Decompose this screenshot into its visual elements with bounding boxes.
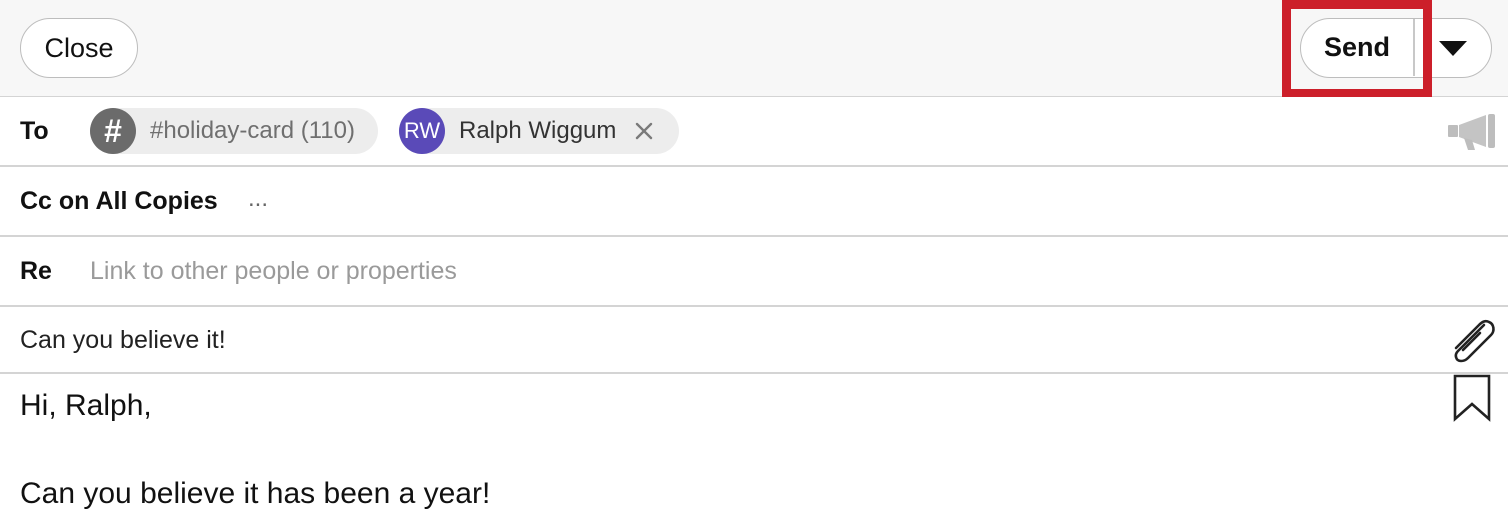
compose-window: Close Send To # #holiday-card (110) RW R… xyxy=(0,0,1508,526)
re-row: Re xyxy=(0,237,1508,307)
recipient-name: #holiday-card (110) xyxy=(150,117,355,144)
close-button[interactable]: Close xyxy=(20,18,138,78)
message-body[interactable]: Hi, Ralph, Can you believe it has been a… xyxy=(20,384,1400,516)
message-body-area: Hi, Ralph, Can you believe it has been a… xyxy=(0,374,1508,526)
megaphone-icon xyxy=(1448,114,1495,150)
megaphone-button[interactable] xyxy=(1446,112,1498,152)
body-line: Can you believe it has been a year! xyxy=(20,477,491,510)
to-label: To xyxy=(20,117,49,145)
bookmark-button[interactable] xyxy=(1452,374,1492,422)
caret-down-icon xyxy=(1439,40,1467,56)
attach-button[interactable] xyxy=(1444,317,1500,367)
remove-recipient-button[interactable] xyxy=(632,119,656,143)
close-icon xyxy=(636,122,653,140)
send-button[interactable]: Send xyxy=(1301,19,1413,76)
body-line xyxy=(20,428,1400,472)
recipient-chip-person[interactable]: RW Ralph Wiggum xyxy=(399,108,679,154)
subject-field[interactable] xyxy=(8,318,1432,362)
recipient-chip-group[interactable]: # #holiday-card (110) xyxy=(90,108,378,154)
re-link-input[interactable] xyxy=(78,249,1402,293)
send-button-group: Send xyxy=(1300,18,1492,78)
compose-toolbar: Close Send xyxy=(0,0,1508,98)
paperclip-icon xyxy=(1454,319,1495,363)
subject-row xyxy=(0,307,1508,374)
hashtag-icon: # xyxy=(90,108,136,154)
cc-row: Cc on All Copies ... xyxy=(0,167,1508,237)
cc-label: Cc on All Copies xyxy=(20,187,218,215)
send-options-dropdown[interactable] xyxy=(1415,19,1491,76)
bookmark-icon xyxy=(1453,374,1491,422)
recipient-name: Ralph Wiggum xyxy=(459,117,617,144)
to-row: To # #holiday-card (110) RW Ralph Wiggum xyxy=(0,97,1508,167)
re-label: Re xyxy=(20,257,52,285)
avatar: RW xyxy=(399,108,445,154)
cc-more-button[interactable]: ... xyxy=(248,185,268,213)
body-line: Hi, Ralph, xyxy=(20,389,152,422)
